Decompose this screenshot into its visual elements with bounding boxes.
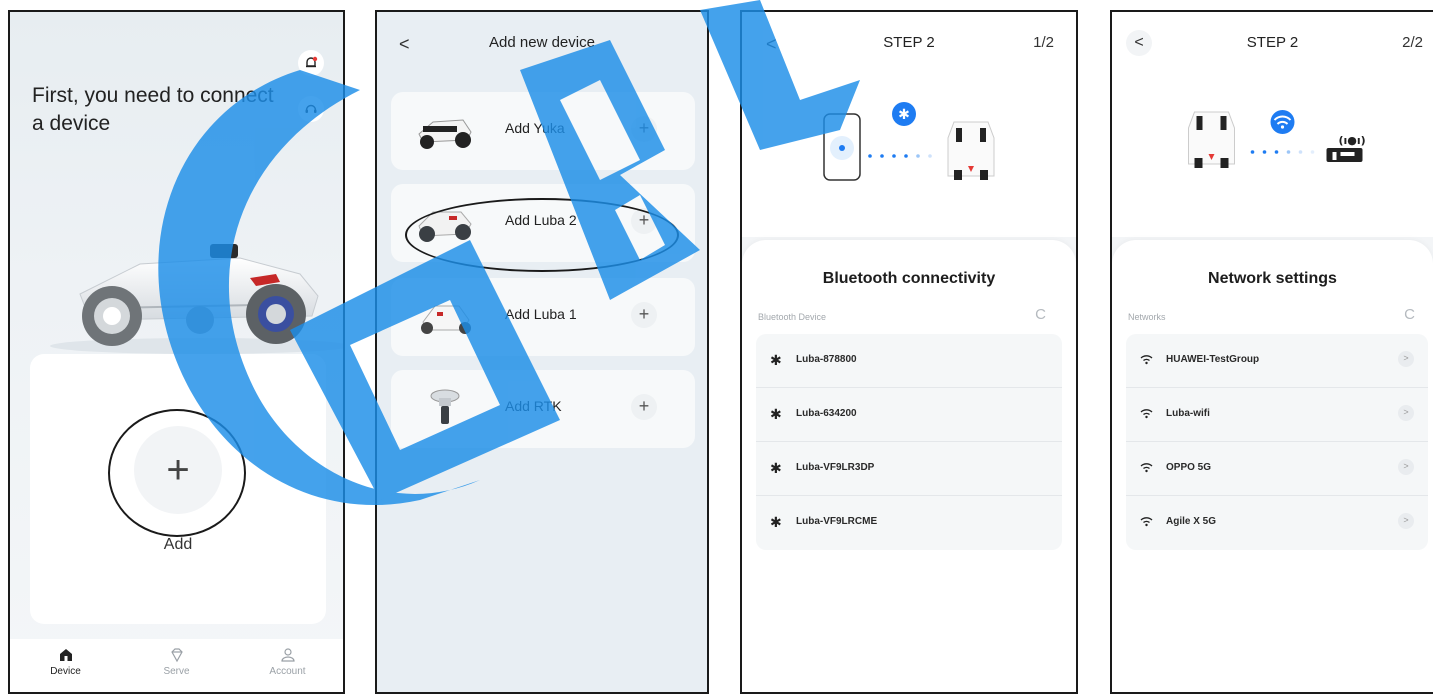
bluetooth-icon: ✱ xyxy=(770,460,782,476)
bottom-tab-bar: Device Serve Account xyxy=(10,639,343,692)
list-item[interactable]: HUAWEI-TestGroup > xyxy=(1126,334,1428,388)
panel-title: Network settings xyxy=(1208,270,1337,287)
device-item-rtk[interactable]: Add RTK + xyxy=(391,370,695,448)
network-name: Luba-wifi xyxy=(1166,408,1210,419)
list-item[interactable]: Agile X 5G > xyxy=(1126,496,1428,550)
bluetooth-panel: Bluetooth connectivity Bluetooth Device … xyxy=(742,240,1076,692)
list-item[interactable]: Luba-wifi > xyxy=(1126,388,1428,442)
mower-to-router-wifi-illustration: (ı●ı) xyxy=(1188,110,1366,168)
bluetooth-step-screen: < STEP 2 1/2 ✱ Bluetooth connectivity Bl… xyxy=(740,10,1078,694)
wifi-icon xyxy=(1140,514,1153,530)
add-plus-button[interactable]: + xyxy=(631,302,657,328)
device-name: Luba-VF9LR3DP xyxy=(796,462,875,473)
device-name: Add Yuka xyxy=(505,120,565,136)
svg-text:✱: ✱ xyxy=(898,107,910,123)
panel-title: Bluetooth connectivity xyxy=(822,270,996,287)
chevron-right-icon: > xyxy=(1398,459,1414,475)
add-device-card: + Add xyxy=(30,354,326,624)
network-name: OPPO 5G xyxy=(1166,462,1212,473)
page-title: STEP 2 xyxy=(883,34,935,51)
device-name: Add RTK xyxy=(505,398,562,414)
phone-to-mower-bluetooth-illustration: ✱ xyxy=(823,102,995,181)
list-item[interactable]: ✱ Luba-VF9LR3DP xyxy=(756,442,1062,496)
yuka-mower-image xyxy=(418,119,472,149)
add-label: Add xyxy=(163,536,193,553)
bluetooth-icon: ✱ xyxy=(770,514,782,530)
page-title: Add new device xyxy=(489,34,595,51)
network-name: Agile X 5G xyxy=(1166,516,1217,527)
screenshot-stage: First, you need to connect a device + Ad… xyxy=(0,0,1433,697)
chevron-right-icon: > xyxy=(1398,351,1414,367)
tab-account[interactable]: Account xyxy=(243,639,333,692)
list-item[interactable]: ✱ Luba-634200 xyxy=(756,388,1062,442)
notification-bell-icon[interactable] xyxy=(298,50,324,76)
network-panel: Network settings Networks C HUAWEI-TestG… xyxy=(1112,240,1433,692)
header: < STEP 2 1/2 xyxy=(742,34,1076,60)
section-label: Bluetooth Device xyxy=(758,312,827,322)
tab-serve[interactable]: Serve xyxy=(132,639,222,692)
section-label: Networks xyxy=(1128,312,1166,322)
tab-label: Device xyxy=(50,666,81,677)
highlight-oval-annotation xyxy=(405,198,679,272)
network-step-screen: < STEP 2 2/2 (ı●ı) Network settings Netw… xyxy=(1110,10,1433,694)
refresh-icon[interactable]: C xyxy=(1035,306,1046,323)
list-item[interactable]: ✱ Luba-VF9LRCME xyxy=(756,496,1062,550)
tab-label: Serve xyxy=(163,666,190,677)
luba-1-mower-image xyxy=(421,305,471,334)
bluetooth-device-list: ✱ Luba-878800 ✱ Luba-634200 ✱ Luba-VF9LR3DP… xyxy=(756,334,1062,550)
device-name: Add Luba 1 xyxy=(505,306,577,322)
list-item[interactable]: OPPO 5G > xyxy=(1126,442,1428,496)
page-title: STEP 2 xyxy=(1246,34,1299,51)
add-plus-button[interactable]: + xyxy=(631,116,657,142)
add-new-device-screen: < Add new device Add Yuka + Add Luba 2 + xyxy=(375,10,709,694)
bluetooth-icon: ✱ xyxy=(770,352,782,368)
device-item-luba-1[interactable]: Add Luba 1 + xyxy=(391,278,695,356)
chevron-right-icon: > xyxy=(1398,513,1414,529)
highlight-circle-annotation xyxy=(108,409,246,537)
wifi-icon xyxy=(1140,460,1153,476)
device-item-yuka[interactable]: Add Yuka + xyxy=(391,92,695,170)
person-icon xyxy=(280,648,295,662)
tab-label: Account xyxy=(269,666,306,677)
network-name: HUAWEI-TestGroup xyxy=(1166,354,1260,365)
svg-text:(ı●ı): (ı●ı) xyxy=(1339,134,1366,147)
header: < STEP 2 2/2 xyxy=(1112,30,1433,60)
luba-mower-image xyxy=(50,244,343,354)
step-counter: 1/2 xyxy=(1033,34,1054,51)
chevron-right-icon: > xyxy=(1398,405,1414,421)
page-title: First, you need to connect a device xyxy=(32,84,274,135)
bluetooth-icon: ✱ xyxy=(770,406,782,422)
diamond-icon xyxy=(170,648,183,663)
device-name: Luba-634200 xyxy=(796,408,857,419)
add-plus-button[interactable]: + xyxy=(631,394,657,420)
step-counter: 2/2 xyxy=(1402,34,1423,51)
list-item[interactable]: ✱ Luba-878800 xyxy=(756,334,1062,388)
refresh-icon[interactable]: C xyxy=(1404,306,1415,323)
device-name: Luba-878800 xyxy=(796,354,857,365)
wifi-network-list: HUAWEI-TestGroup > Luba-wifi > OPPO 5G > Ag… xyxy=(1126,334,1428,550)
support-headset-icon[interactable] xyxy=(298,96,324,122)
header: < Add new device xyxy=(377,34,707,58)
device-name: Luba-VF9LRCME xyxy=(796,516,878,527)
device-home-screen: First, you need to connect a device + Ad… xyxy=(8,10,345,694)
home-icon xyxy=(59,649,72,661)
wifi-icon xyxy=(1140,406,1153,422)
rtk-station-image xyxy=(430,389,460,424)
tab-device[interactable]: Device xyxy=(21,639,111,692)
wifi-icon xyxy=(1140,352,1153,368)
